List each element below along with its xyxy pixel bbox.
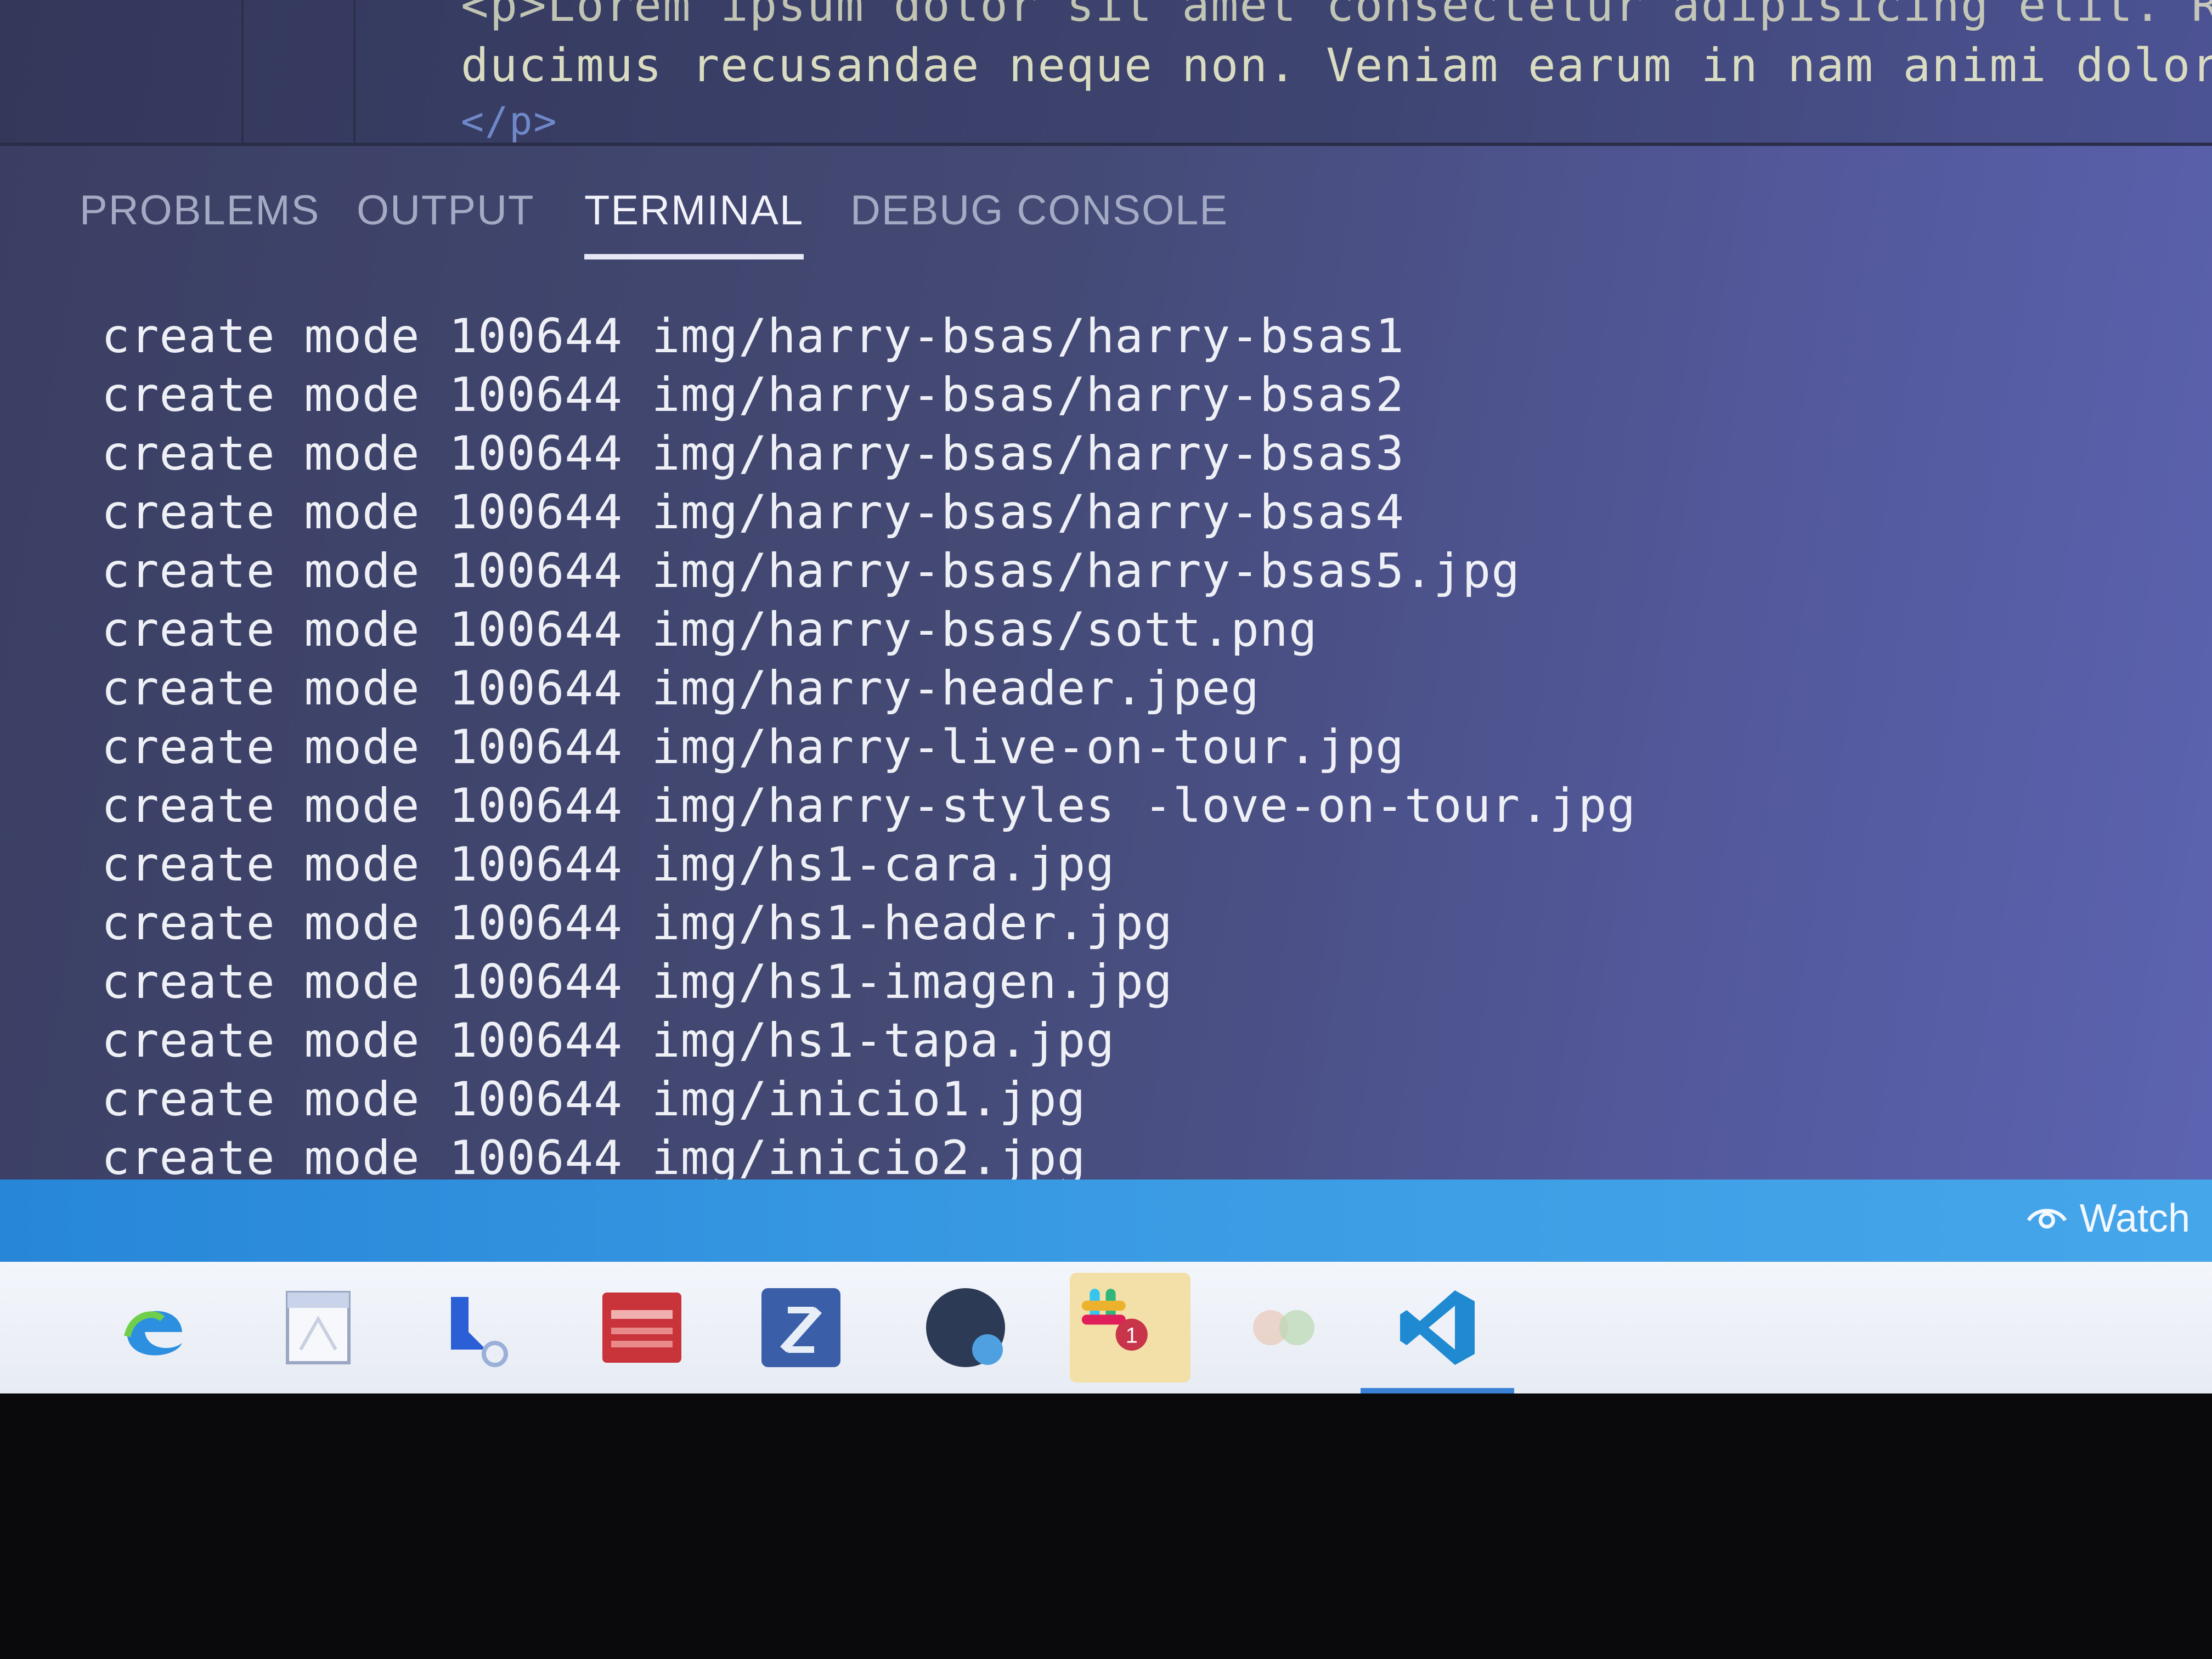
taskbar-edge[interactable] xyxy=(110,1284,198,1372)
eye-icon xyxy=(2027,1209,2067,1229)
taskbar-slack[interactable]: 1 xyxy=(1070,1273,1190,1383)
tab-output[interactable]: OUTPUT xyxy=(357,187,534,254)
tab-problems[interactable]: PROBLEMS xyxy=(80,187,320,254)
code-line: ducimus recusandae neque non. Veniam ear… xyxy=(461,38,2212,92)
code-line: </p> xyxy=(461,99,558,144)
terminal-line: create mode 100644 img/hs1-cara.jpg xyxy=(101,837,1115,892)
terminal-line: create mode 100644 img/inicio2.jpg xyxy=(101,1131,1086,1186)
terminal-line: create mode 100644 img/harry-bsas/harry-… xyxy=(101,426,1404,481)
taskbar-app[interactable] xyxy=(757,1284,845,1372)
app-icon xyxy=(761,1288,840,1367)
editor-gutter xyxy=(0,0,244,143)
taskbar-app[interactable] xyxy=(922,1284,1009,1372)
terminal-line: create mode 100644 img/harry-bsas/harry-… xyxy=(101,544,1521,599)
taskbar: 1 xyxy=(0,1262,2212,1393)
active-app-indicator xyxy=(1361,1388,1514,1393)
terminal-line: create mode 100644 img/harry-bsas/harry-… xyxy=(101,485,1404,540)
screen: <p>Lorem ipsum dolor sit amet consectetu… xyxy=(0,0,2212,1393)
terminal-line: create mode 100644 img/harry-styles -lov… xyxy=(101,778,1637,833)
panel-tabs: PROBLEMS OUTPUT TERMINAL DEBUG CONSOLE xyxy=(0,165,2212,285)
terminal-line: create mode 100644 img/harry-bsas/sott.p… xyxy=(101,602,1318,657)
document-icon xyxy=(286,1291,351,1364)
taskbar-app[interactable] xyxy=(1240,1284,1328,1372)
app-icon xyxy=(926,1288,1005,1367)
editor-line-numbers xyxy=(244,0,356,143)
code-editor[interactable]: <p>Lorem ipsum dolor sit amet consectetu… xyxy=(0,0,2212,146)
code-line: <p>Lorem ipsum dolor sit amet consectetu… xyxy=(461,0,2212,32)
taskbar-vscode[interactable] xyxy=(1361,1284,1514,1393)
edge-icon xyxy=(124,1311,182,1356)
app-icon xyxy=(451,1297,508,1367)
terminal-line: create mode 100644 img/harry-bsas/harry-… xyxy=(101,368,1404,422)
terminal-output[interactable]: create mode 100644 img/harry-bsas/harry-… xyxy=(101,307,2131,1188)
app-icon xyxy=(602,1293,681,1363)
slack-badge: 1 xyxy=(1126,1323,1138,1347)
terminal-line: create mode 100644 img/inicio1.jpg xyxy=(101,1072,1086,1127)
vscode-icon xyxy=(1400,1290,1475,1365)
watch-label: Watch xyxy=(2079,1197,2190,1240)
tab-debug-console[interactable]: DEBUG CONSOLE xyxy=(850,187,1228,254)
taskbar-app[interactable] xyxy=(598,1284,686,1372)
tab-terminal[interactable]: TERMINAL xyxy=(584,187,804,259)
status-bar: Watch xyxy=(0,1180,2212,1262)
terminal-line: create mode 100644 img/hs1-tapa.jpg xyxy=(101,1013,1115,1068)
terminal-line: create mode 100644 img/hs1-imagen.jpg xyxy=(101,955,1173,1009)
watch-button[interactable]: Watch xyxy=(2025,1196,2190,1241)
taskbar-app[interactable] xyxy=(433,1284,521,1372)
taskbar-document[interactable] xyxy=(274,1284,362,1372)
terminal-line: create mode 100644 img/harry-header.jpeg xyxy=(101,661,1260,716)
terminal-line: create mode 100644 img/harry-bsas/harry-… xyxy=(101,309,1404,364)
slack-icon: 1 xyxy=(1081,1289,1148,1351)
terminal-line: create mode 100644 img/hs1-header.jpg xyxy=(101,896,1173,951)
app-icon xyxy=(1253,1310,1314,1345)
terminal-line: create mode 100644 img/harry-live-on-tou… xyxy=(101,720,1404,775)
